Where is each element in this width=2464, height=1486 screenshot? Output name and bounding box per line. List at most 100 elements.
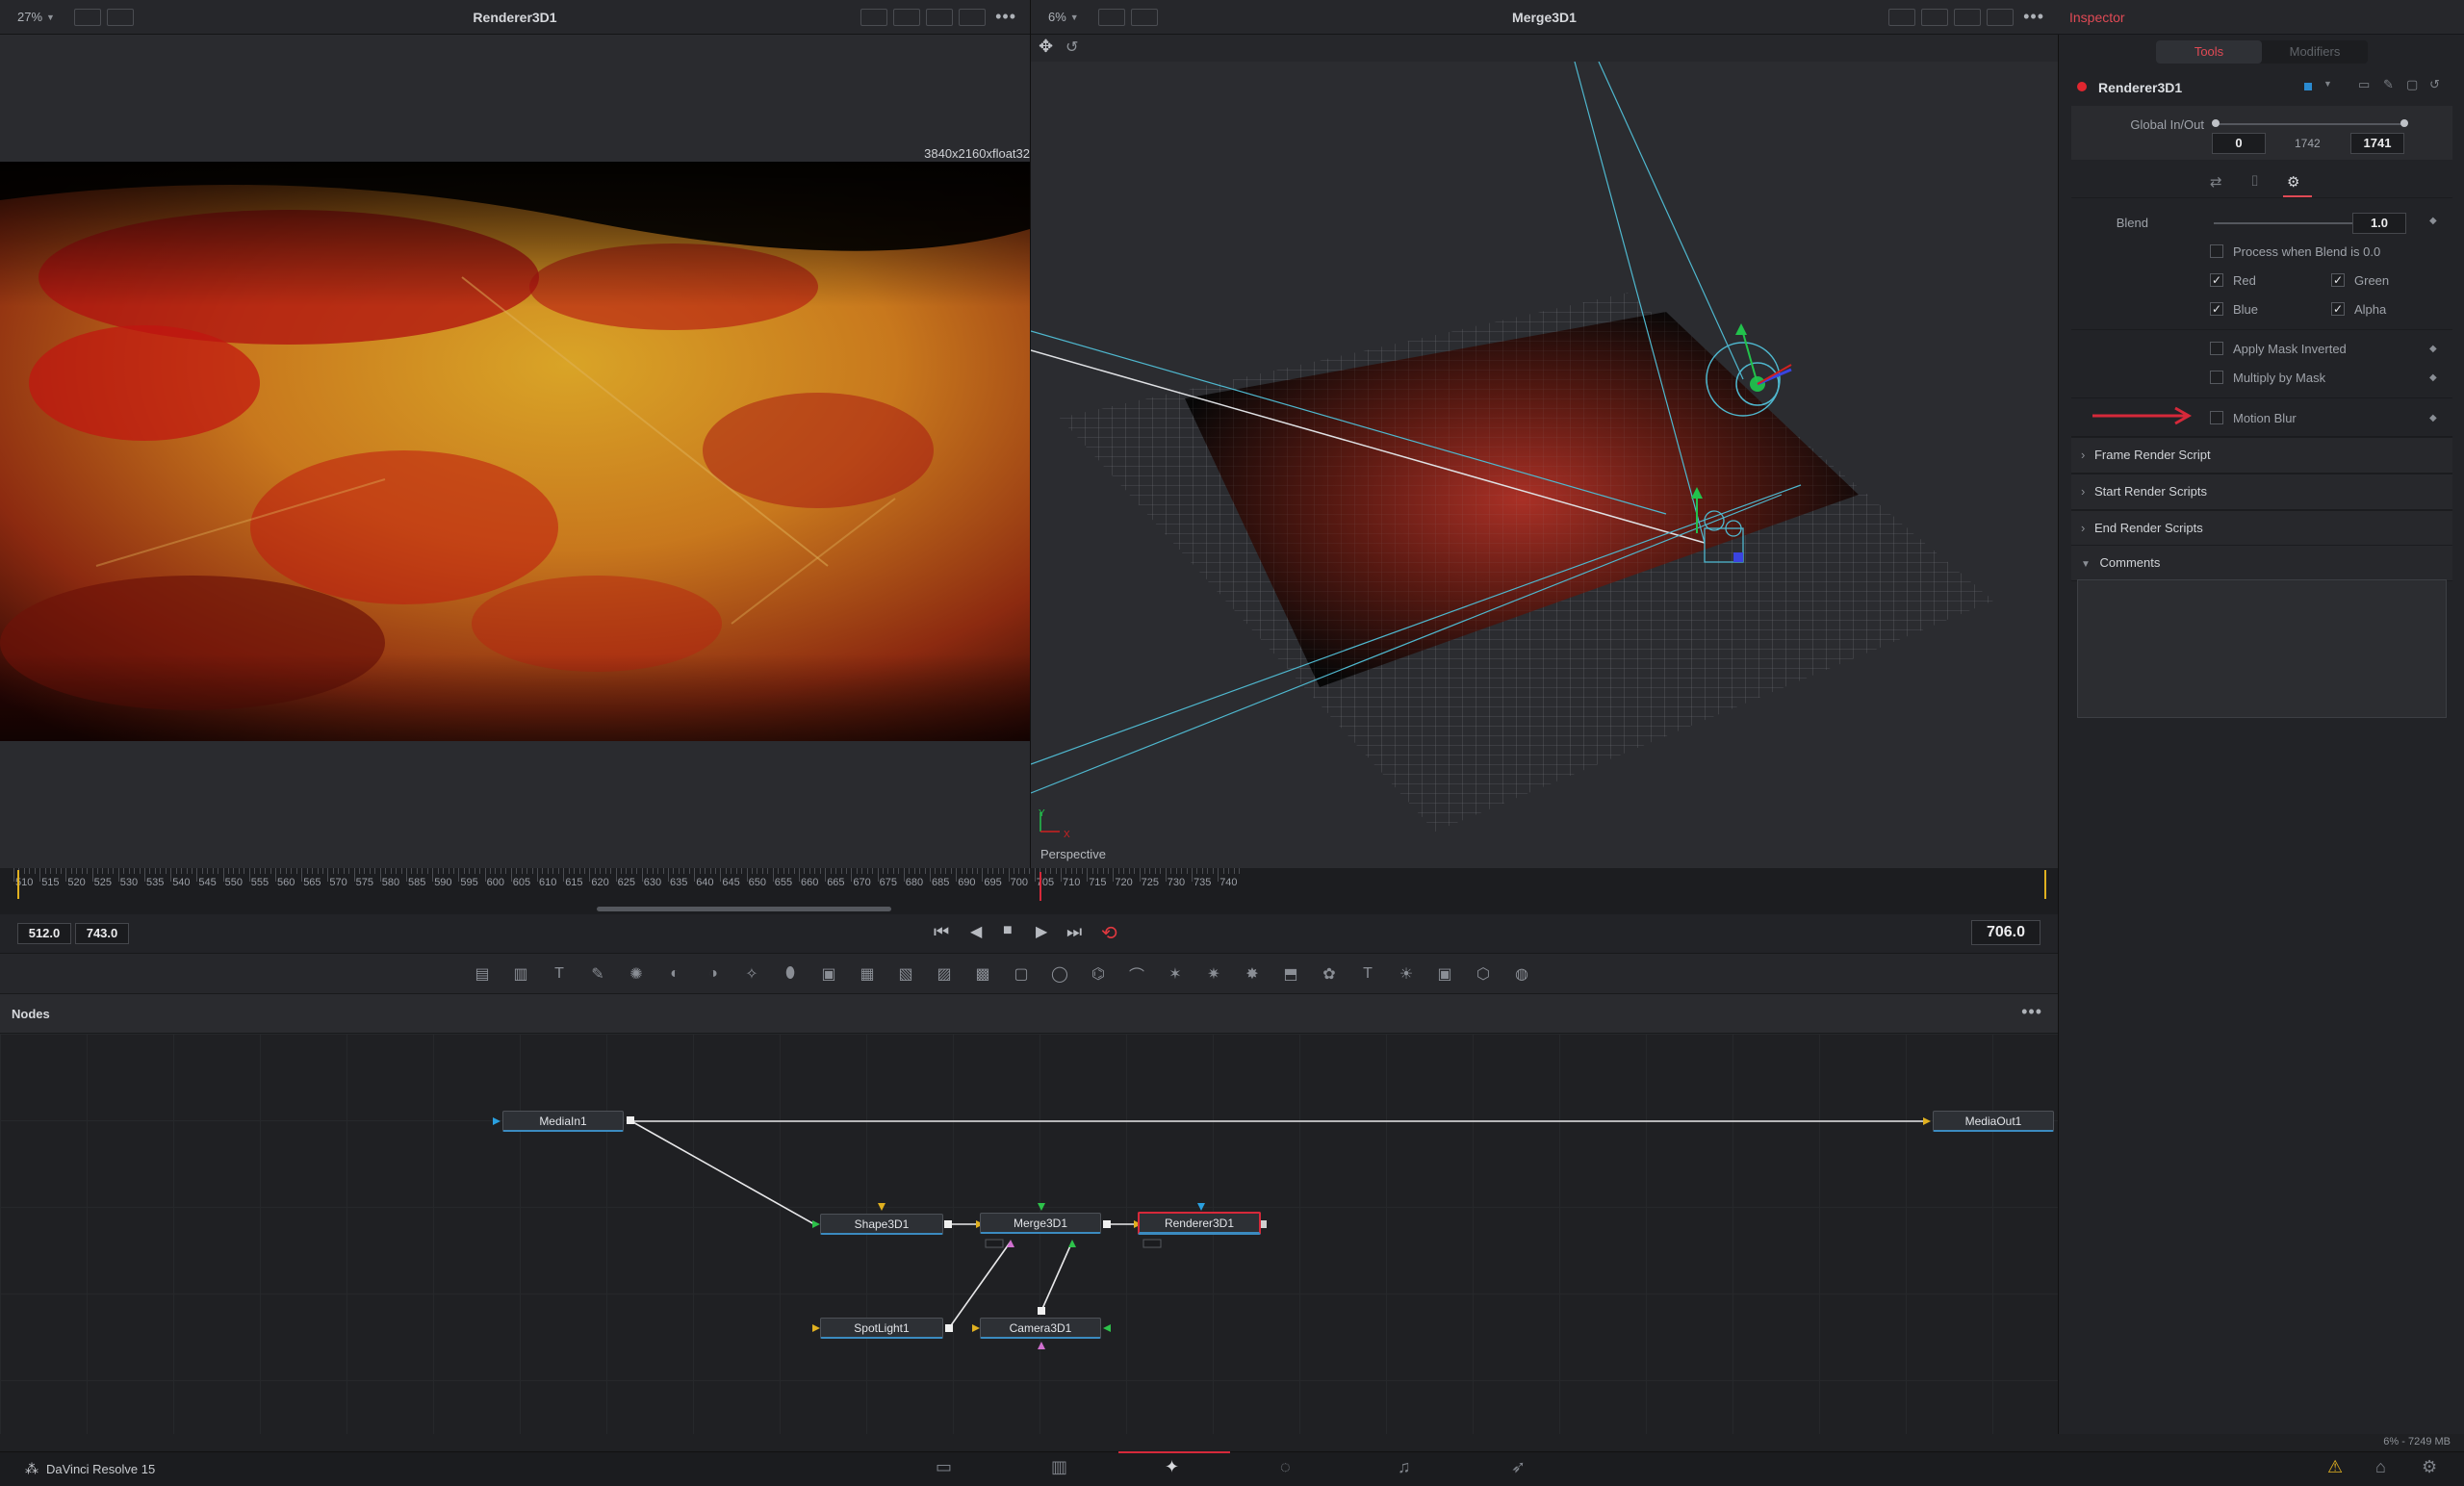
chevron-down-icon[interactable]: ▼ (1070, 13, 1079, 22)
edit-page-icon[interactable]: ▥ (1051, 1457, 1067, 1477)
viewer-options-icon[interactable] (1130, 8, 1158, 26)
renderer-3d-icon[interactable]: ▣ (1432, 963, 1457, 985)
merge-icon[interactable]: ▣ (816, 963, 841, 985)
merge-3d-icon[interactable]: ✿ (1317, 963, 1342, 985)
playhead[interactable] (1040, 872, 1042, 901)
current-frame-field[interactable]: 706.0 (1971, 920, 2040, 945)
rectangle-mask-icon[interactable]: ▢ (1009, 963, 1034, 985)
stop-icon[interactable]: ■ (1003, 922, 1013, 939)
roi-icon[interactable] (1888, 8, 1916, 26)
matte-icon[interactable]: ▧ (893, 963, 918, 985)
transform-icon[interactable]: ▩ (970, 963, 995, 985)
keyframe-icon[interactable]: ◆ (2429, 413, 2437, 423)
chevron-down-icon[interactable]: ▼ (2323, 79, 2332, 89)
blue-checkbox[interactable]: ✓ (2210, 302, 2223, 316)
spotlight-3d-icon[interactable]: ☀ (1394, 963, 1419, 985)
tool-enable-icon[interactable] (2077, 82, 2087, 91)
more-options-icon[interactable]: ••• (2021, 1002, 2042, 1022)
media-page-icon[interactable]: ▭ (936, 1457, 952, 1477)
reset-view-icon[interactable]: ↺ (1065, 38, 1078, 57)
multiply-by-mask-checkbox[interactable] (2210, 371, 2223, 384)
global-out-field[interactable]: 1741 (2350, 133, 2404, 154)
node-editor[interactable]: MediaIn1 MediaOut1 Shape3D1 Merge3D1 Ren… (0, 1034, 2058, 1434)
channel-boolean-icon[interactable]: ▦ (855, 963, 880, 985)
lut-icon[interactable] (893, 8, 921, 26)
tab-modifiers[interactable]: Modifiers (2262, 40, 2368, 64)
global-in-handle[interactable] (2212, 119, 2220, 127)
shape-3d-icon[interactable]: ⬒ (1278, 963, 1303, 985)
red-checkbox[interactable]: ✓ (2210, 273, 2223, 287)
glow-icon[interactable]: ✧ (739, 963, 764, 985)
image-plane-icon[interactable]: ▥ (508, 963, 533, 985)
drop-icon[interactable]: ⬮ (778, 963, 803, 985)
render-start-marker[interactable] (17, 870, 19, 899)
play-icon[interactable]: ▶ (1036, 922, 1047, 941)
color-correct-icon[interactable]: ◑ (701, 963, 726, 985)
node-merge3d[interactable]: Merge3D1 (980, 1213, 1101, 1234)
text-3d-icon[interactable]: T (1355, 963, 1380, 985)
motion-blur-checkbox[interactable] (2210, 411, 2223, 424)
bspline-mask-icon[interactable]: ⌒ (1124, 963, 1149, 985)
global-inout-slider[interactable] (2216, 123, 2404, 125)
render-end-field[interactable]: 743.0 (75, 923, 129, 944)
more-options-icon[interactable]: ••• (2023, 7, 2044, 27)
fullscreen-icon[interactable] (959, 8, 987, 26)
reset-icon[interactable]: ↺ (2429, 77, 2440, 92)
node-renderer3d[interactable]: Renderer3D1 (1138, 1212, 1261, 1235)
viewer-layout-icon[interactable] (73, 8, 101, 26)
particle-system-icon[interactable]: ✸ (1240, 963, 1265, 985)
node-camera3d[interactable]: Camera3D1 (980, 1318, 1101, 1339)
green-checkbox[interactable]: ✓ (2331, 273, 2345, 287)
go-to-end-icon[interactable]: ⏭ (1066, 922, 1082, 942)
settings-page-icon[interactable]: ⚙ (2287, 173, 2299, 191)
fullscreen-icon[interactable] (1987, 8, 2015, 26)
global-in-field[interactable]: 0 (2212, 133, 2266, 154)
particle-render-icon[interactable]: ✷ (1201, 963, 1226, 985)
particle-icon[interactable]: ✺ (624, 963, 649, 985)
blur-icon[interactable]: ◐ (662, 963, 687, 985)
paint-icon[interactable]: ✎ (585, 963, 610, 985)
node-shape3d[interactable]: Shape3D1 (820, 1214, 943, 1235)
reverse-play-icon[interactable]: ◀ (970, 922, 982, 941)
keyframe-icon[interactable]: ◆ (2429, 216, 2437, 226)
start-render-scripts-section[interactable]: › Start Render Scripts (2071, 474, 2452, 510)
roi-icon[interactable] (860, 8, 888, 26)
left-viewer[interactable]: 3840x2160xfloat32 (0, 35, 1030, 868)
warning-icon[interactable]: ⚠ (2327, 1457, 2343, 1477)
more-options-icon[interactable]: ••• (995, 7, 1016, 27)
comments-section[interactable]: ▼ Comments (2071, 545, 2452, 581)
end-render-scripts-section[interactable]: › End Render Scripts (2071, 510, 2452, 547)
move-icon[interactable]: ✥ (1039, 37, 1053, 57)
chevron-down-icon[interactable]: ▼ (46, 13, 55, 22)
timeline-scrollbar[interactable] (597, 907, 891, 911)
apply-mask-inverted-checkbox[interactable] (2210, 342, 2223, 355)
global-out-handle[interactable] (2400, 119, 2408, 127)
viewer-options-icon[interactable] (106, 8, 134, 26)
alpha-checkbox[interactable]: ✓ (2331, 302, 2345, 316)
versions-icon[interactable]: ▭ (2358, 77, 2370, 92)
viewer-layout-icon[interactable] (1097, 8, 1125, 26)
keyframe-icon[interactable]: ◆ (2429, 344, 2437, 354)
tab-tools[interactable]: Tools (2156, 40, 2262, 64)
render-start-field[interactable]: 512.0 (17, 923, 71, 944)
background-icon[interactable]: ▤ (470, 963, 495, 985)
polygon-mask-icon[interactable]: ⌬ (1086, 963, 1111, 985)
image-page-icon[interactable]: ⌷ (2250, 173, 2259, 190)
fairlight-page-icon[interactable]: ♫ (1398, 1457, 1411, 1477)
left-zoom-dropdown[interactable]: 27% (0, 10, 42, 24)
render-end-marker[interactable] (2044, 870, 2046, 899)
text-icon[interactable]: T (547, 963, 572, 985)
node-spotlight[interactable]: SpotLight1 (820, 1318, 943, 1339)
right-zoom-dropdown[interactable]: 6% (1031, 10, 1066, 24)
keyframe-icon[interactable]: ◆ (2429, 372, 2437, 383)
node-mediain[interactable]: MediaIn1 (502, 1111, 624, 1132)
color-page-icon[interactable]: ◌ (1280, 1457, 1291, 1477)
grid-icon[interactable] (1954, 8, 1982, 26)
go-to-start-icon[interactable]: ⏮ (934, 922, 949, 942)
camera-3d-icon[interactable]: ⬡ (1471, 963, 1496, 985)
loop-icon[interactable]: ⟲ (1101, 921, 1117, 945)
home-icon[interactable]: ⌂ (2375, 1457, 2386, 1477)
comments-textarea[interactable] (2077, 579, 2447, 718)
controls-page-icon[interactable]: ⇄ (2210, 173, 2222, 191)
lut-icon[interactable] (1921, 8, 1949, 26)
